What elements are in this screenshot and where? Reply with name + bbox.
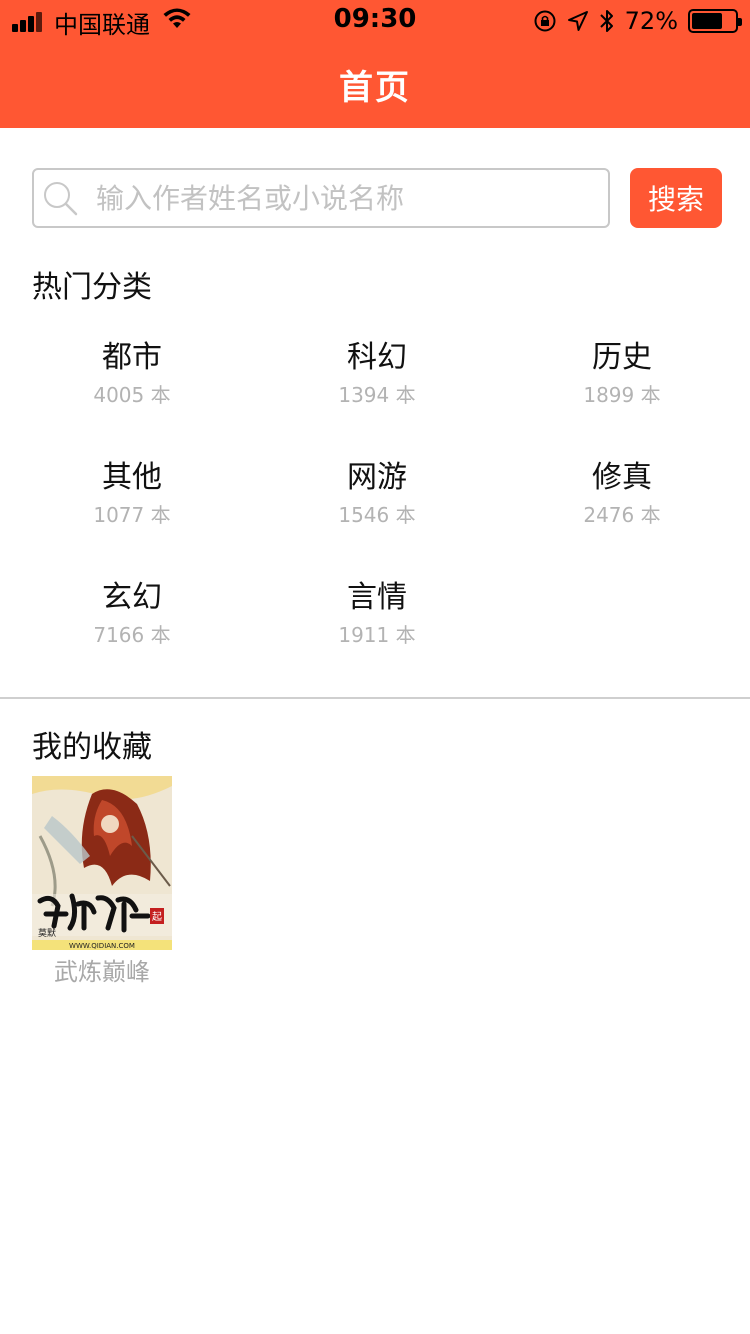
category-item[interactable]: 科幻 1394 本 bbox=[277, 338, 477, 408]
bluetooth-icon bbox=[599, 10, 613, 32]
category-item[interactable]: 网游 1546 本 bbox=[277, 458, 477, 528]
category-name: 其他 bbox=[102, 460, 162, 495]
category-count: 1899 本 bbox=[583, 383, 661, 407]
battery-icon bbox=[688, 9, 742, 33]
category-item[interactable]: 历史 1899 本 bbox=[522, 338, 722, 408]
book-cover-art: 起 莫默 WWW.QIDIAN.COM bbox=[32, 776, 172, 950]
page-title: 首页 bbox=[339, 68, 411, 108]
category-name: 玄幻 bbox=[102, 580, 162, 615]
category-count: 1911 本 bbox=[338, 623, 416, 647]
category-item[interactable]: 其他 1077 本 bbox=[32, 458, 232, 528]
category-count: 2476 本 bbox=[583, 503, 661, 527]
status-bar: 中国联通 09:30 72% bbox=[0, 0, 750, 40]
category-count: 7166 本 bbox=[93, 623, 171, 647]
cover-author: 莫默 bbox=[38, 927, 56, 939]
search-button[interactable]: 搜索 bbox=[630, 168, 722, 228]
search-input[interactable] bbox=[96, 176, 596, 220]
favorite-book[interactable]: 起 莫默 WWW.QIDIAN.COM 武炼巅峰 bbox=[32, 776, 172, 987]
section-divider bbox=[0, 697, 750, 699]
search-icon bbox=[44, 182, 78, 216]
category-item[interactable]: 言情 1911 本 bbox=[277, 578, 477, 648]
book-title[interactable]: 武炼巅峰 bbox=[32, 952, 172, 987]
cover-badge: 起 bbox=[152, 911, 162, 923]
orientation-lock-icon bbox=[534, 10, 556, 32]
category-item[interactable]: 都市 4005 本 bbox=[32, 338, 232, 408]
cover-url: WWW.QIDIAN.COM bbox=[69, 942, 135, 950]
category-item[interactable]: 玄幻 7166 本 bbox=[32, 578, 232, 648]
battery-percent: 72% bbox=[624, 7, 678, 35]
category-count: 1546 本 bbox=[338, 503, 416, 527]
hot-categories-title: 热门分类 bbox=[32, 270, 152, 305]
search-box[interactable] bbox=[32, 168, 610, 228]
book-cover-image[interactable]: 起 莫默 WWW.QIDIAN.COM bbox=[32, 776, 172, 950]
location-arrow-icon bbox=[567, 11, 588, 31]
category-count: 1077 本 bbox=[93, 503, 171, 527]
category-name: 修真 bbox=[592, 460, 652, 495]
category-count: 1394 本 bbox=[338, 383, 416, 407]
category-item[interactable]: 修真 2476 本 bbox=[522, 458, 722, 528]
category-name: 科幻 bbox=[347, 340, 407, 375]
category-count: 4005 本 bbox=[93, 383, 171, 407]
category-name: 历史 bbox=[592, 340, 652, 375]
category-name: 都市 bbox=[102, 340, 162, 375]
category-name: 言情 bbox=[347, 580, 407, 615]
category-name: 网游 bbox=[347, 460, 407, 495]
favorites-title: 我的收藏 bbox=[32, 730, 152, 765]
